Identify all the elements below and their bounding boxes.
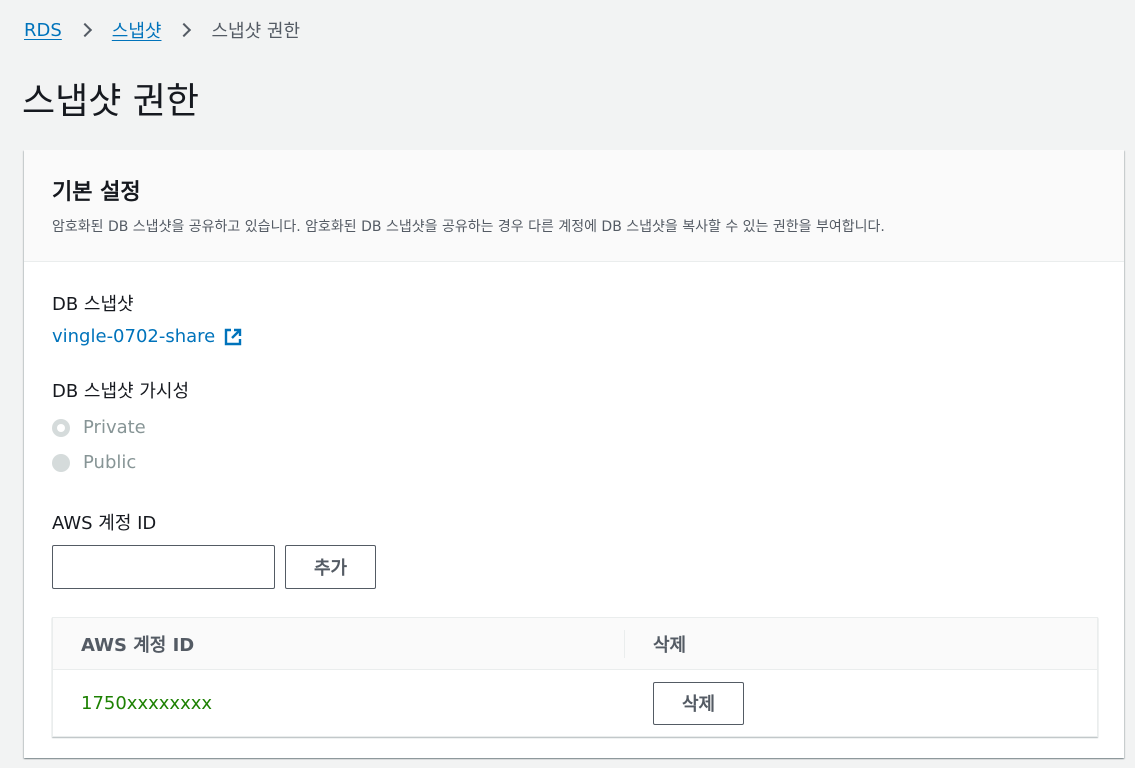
breadcrumb-rds[interactable]: RDS <box>24 20 62 41</box>
panel-description: 암호화된 DB 스냅샷을 공유하고 있습니다. 암호화된 DB 스냅샷을 공유하… <box>52 219 885 235</box>
radio-public-label: Public <box>83 452 137 473</box>
snapshot-link-text: vingle-0702-share <box>52 326 216 347</box>
breadcrumb: RDS 스냅샷 스냅샷 권한 <box>24 17 300 43</box>
delete-button[interactable]: 삭제 <box>653 681 744 725</box>
panel-header: 기본 설정 암호화된 DB 스냅샷을 공유하고 있습니다. 암호화된 DB 스냅… <box>24 150 1124 262</box>
radio-private-button[interactable] <box>52 418 70 437</box>
radio-public-button[interactable] <box>52 453 70 472</box>
page-title: 스냅샷 권한 <box>22 81 200 122</box>
basic-settings-panel: 기본 설정 암호화된 DB 스냅샷을 공유하고 있습니다. 암호화된 DB 스냅… <box>24 150 1124 758</box>
account-id-cell: 1750xxxxxxxx <box>81 692 213 714</box>
chevron-right-icon <box>177 22 192 38</box>
chevron-right-icon <box>77 22 92 38</box>
table-row: 1750xxxxxxxx 삭제 <box>53 670 1097 736</box>
breadcrumb-snapshots[interactable]: 스냅샷 <box>112 17 162 43</box>
panel-title: 기본 설정 <box>52 180 141 205</box>
breadcrumb-current: 스냅샷 권한 <box>211 21 301 42</box>
add-account-row: 추가 <box>52 545 1096 589</box>
visibility-label: DB 스냅샷 가시성 <box>52 381 190 402</box>
column-header-delete: 삭제 <box>653 634 687 656</box>
table-header: AWS 계정 ID 삭제 <box>53 618 1097 670</box>
snapshot-label: DB 스냅샷 <box>52 294 134 315</box>
delete-cell: 삭제 <box>625 681 744 725</box>
snapshot-link[interactable]: vingle-0702-share <box>52 326 243 347</box>
radio-private[interactable]: Private <box>52 417 1096 438</box>
accounts-table: AWS 계정 ID 삭제 1750xxxxxxxx 삭제 <box>52 617 1098 737</box>
column-header-account-id: AWS 계정 ID <box>53 629 625 658</box>
external-link-icon <box>225 328 242 345</box>
account-id-input[interactable] <box>52 545 275 589</box>
panel-body: DB 스냅샷 vingle-0702-share DB 스냅샷 가시성 Priv… <box>24 262 1124 765</box>
radio-private-label: Private <box>83 417 146 438</box>
radio-public[interactable]: Public <box>52 452 1096 473</box>
add-button[interactable]: 추가 <box>285 545 376 589</box>
account-id-label: AWS 계정 ID <box>52 513 157 534</box>
